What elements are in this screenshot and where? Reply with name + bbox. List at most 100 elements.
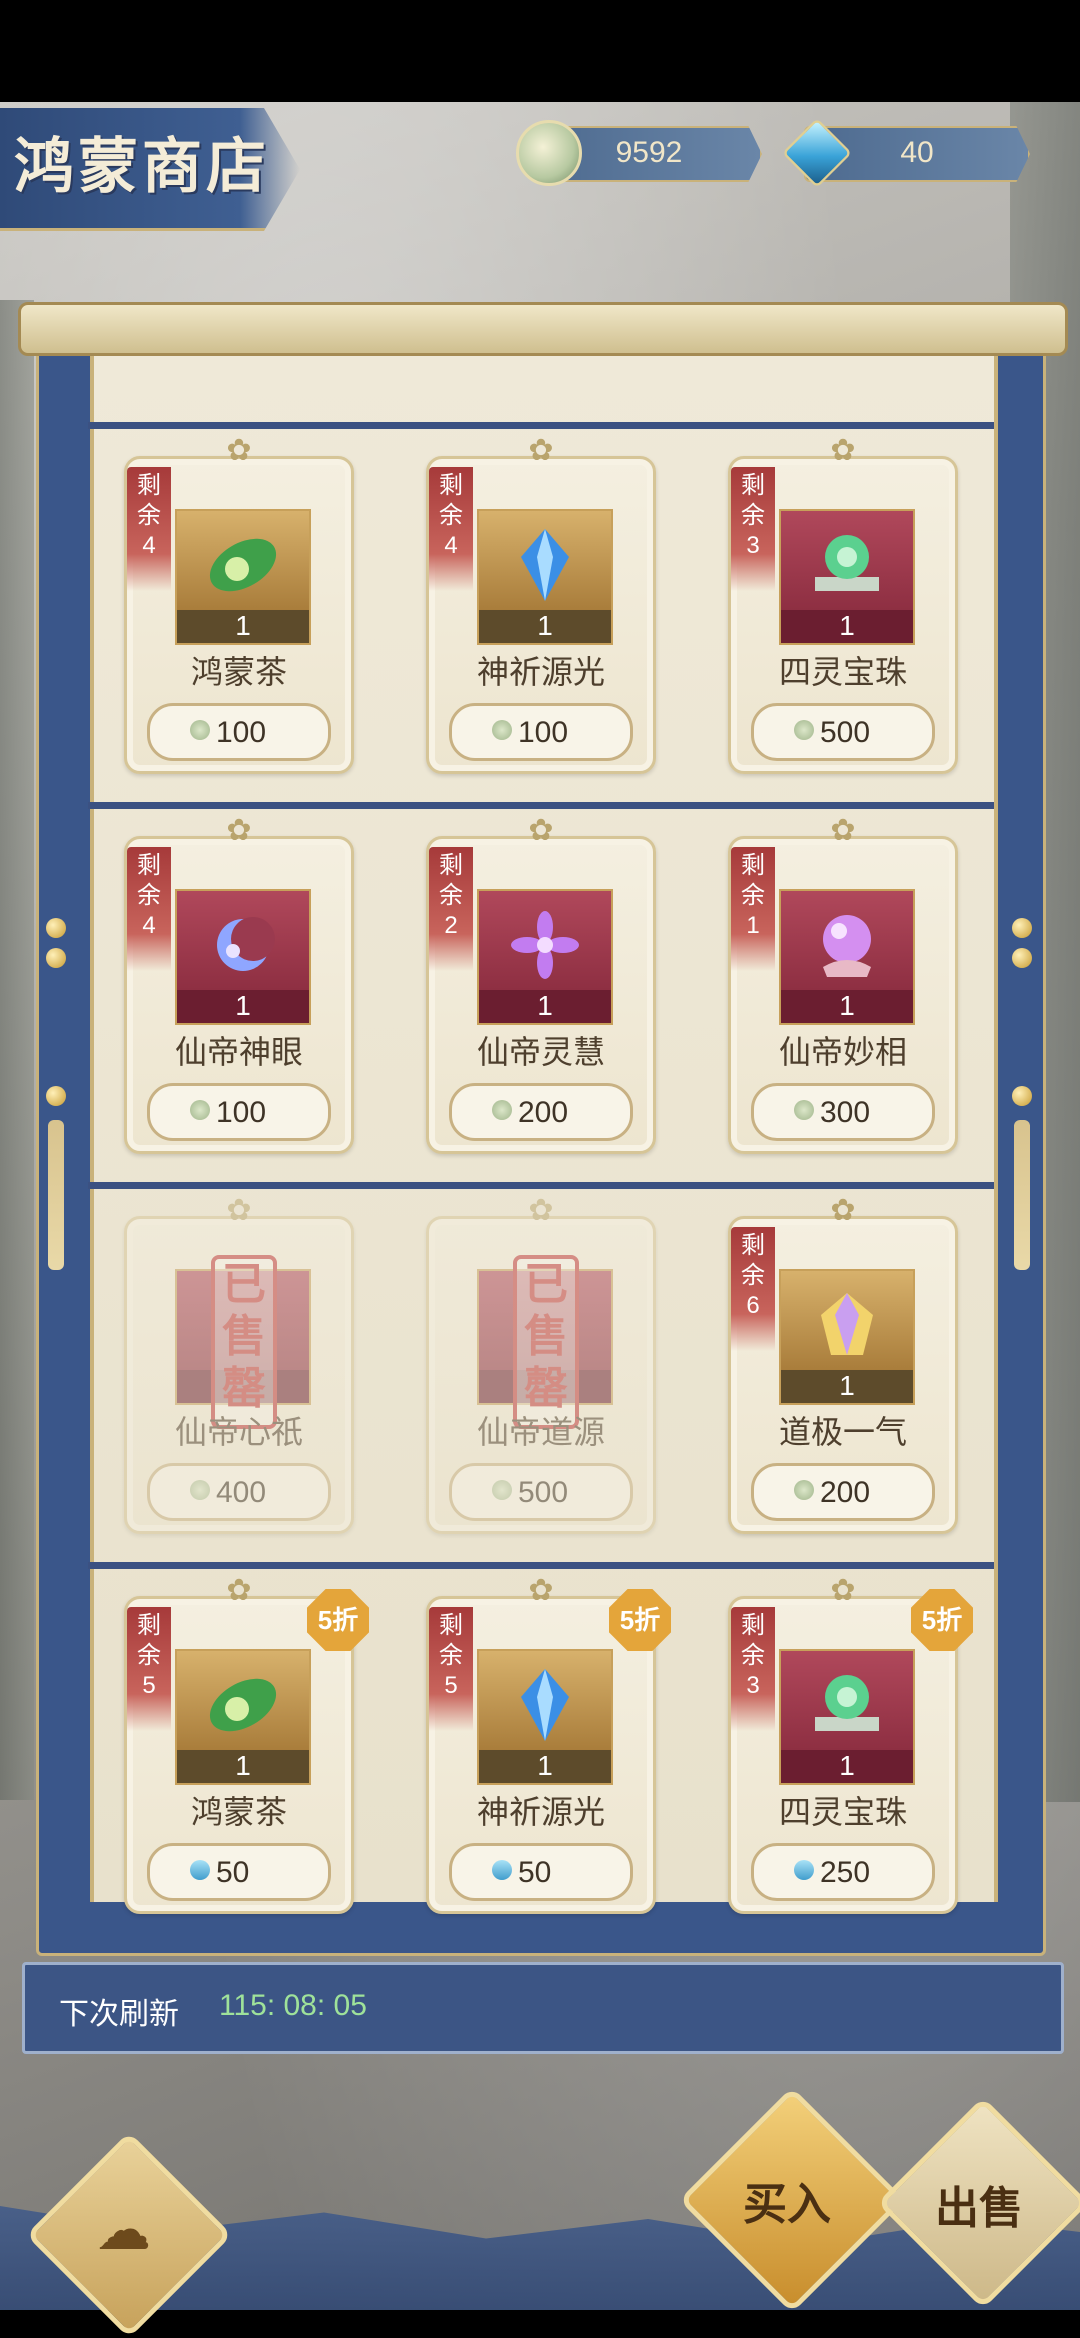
shelf-divider (88, 802, 994, 809)
gem-stone-icon (821, 1293, 873, 1355)
price-button[interactable]: 250 (751, 1843, 935, 1901)
knot-ornament-icon: ✿ (830, 1194, 856, 1227)
crystal-icon (521, 1669, 569, 1741)
item-quantity: 1 (235, 610, 251, 641)
remaining-label: 剩余 (439, 1612, 463, 1669)
item-price: 400 (216, 1476, 267, 1509)
shop-item-card[interactable]: ✿ 剩余 2 1 仙帝灵慧 200 (426, 814, 656, 1154)
orb-icon (823, 915, 871, 977)
item-quantity: 1 (839, 610, 855, 641)
bead-ornament (1012, 948, 1032, 968)
cloud-swirl-icon: ☁ (98, 2200, 150, 2261)
price-button[interactable]: 100 (147, 703, 331, 761)
knot-ornament-icon: ✿ (226, 1194, 252, 1227)
bead-ornament (46, 1086, 66, 1106)
knot-ornament-icon: ✿ (528, 434, 554, 467)
remaining-label: 剩余 (137, 472, 161, 529)
knot-ornament-icon: ✿ (830, 814, 856, 847)
shop-item-card-sold-out: ✿ 已售罄 仙帝道源 500 (426, 1194, 656, 1534)
shop-item-card[interactable]: ✿ 5折 剩余 5 1 鸿蒙茶 50 (124, 1574, 369, 1914)
status-bar (0, 0, 1080, 102)
item-price: 100 (216, 1096, 267, 1129)
remaining-label: 剩余 (137, 852, 161, 909)
gem-icon (487, 1855, 517, 1885)
remaining-count: 3 (746, 532, 760, 559)
item-price: 500 (820, 716, 871, 749)
shop-item-card[interactable]: ✿ 剩余 4 1 仙帝神眼 100 (124, 814, 354, 1154)
pearl-icon (815, 535, 879, 591)
jade-coin-icon (794, 1100, 814, 1120)
item-price: 50 (216, 1856, 250, 1889)
jade-coin-icon (190, 1100, 210, 1120)
tea-leaf-icon (209, 538, 277, 592)
price-button[interactable]: 300 (751, 1083, 935, 1141)
crescent-eye-icon (217, 917, 275, 971)
tassel-right (1014, 1120, 1030, 1270)
item-icon-frame: 1 (175, 889, 311, 1025)
item-name: 四灵宝珠 (778, 653, 907, 691)
remaining-count: 4 (142, 912, 156, 939)
remaining-count: 5 (444, 1672, 458, 1699)
shop-item-card[interactable]: ✿ 5折 剩余 5 1 神祈源光 50 (426, 1574, 671, 1914)
remaining-stock-tag: 剩余 5 (127, 1607, 171, 1731)
remaining-label: 剩余 (741, 1612, 765, 1669)
crystal-icon (521, 529, 569, 601)
bead-ornament (46, 948, 66, 968)
price-button: 500 (449, 1463, 633, 1521)
price-button[interactable]: 50 (147, 1843, 331, 1901)
item-quantity: 1 (839, 990, 855, 1021)
remaining-label: 剩余 (741, 472, 765, 529)
jade-coin-icon (190, 720, 210, 740)
wall-decoration-left (0, 300, 34, 1800)
item-quantity: 1 (537, 610, 553, 641)
item-icon-frame: 1 (175, 1649, 311, 1785)
scroll-rod (18, 302, 1068, 356)
shop-item-card[interactable]: ✿ 剩余 3 1 四灵宝珠 500 (728, 434, 958, 774)
price-button[interactable]: 200 (751, 1463, 935, 1521)
shop-item-card[interactable]: ✿ 剩余 4 1 鸿蒙茶 100 (124, 434, 354, 774)
item-price: 200 (518, 1096, 569, 1129)
remaining-count: 3 (746, 1672, 760, 1699)
price-button: 400 (147, 1463, 331, 1521)
remaining-count: 2 (444, 912, 458, 939)
refresh-countdown: 115: 08: 05 (219, 1989, 367, 2022)
item-name: 仙帝妙相 (778, 1033, 907, 1071)
shop-item-card[interactable]: ✿ 剩余 1 1 仙帝妙相 300 (728, 814, 958, 1154)
item-quantity: 1 (839, 1370, 855, 1401)
shop-item-card-sold-out: ✿ 已售罄 仙帝心祇 400 (124, 1194, 354, 1534)
price-button[interactable]: 200 (449, 1083, 633, 1141)
remaining-stock-tag: 剩余 2 (429, 847, 473, 971)
bead-ornament (1012, 918, 1032, 938)
price-button[interactable]: 100 (147, 1083, 331, 1141)
jade-coin-icon (492, 1100, 512, 1120)
jade-coin-icon (794, 720, 814, 740)
knot-ornament-icon: ✿ (830, 434, 856, 467)
remaining-stock-tag: 剩余 5 (429, 1607, 473, 1731)
shop-item-card[interactable]: ✿ 剩余 6 1 道极一气 200 (728, 1194, 958, 1534)
remaining-label: 剩余 (137, 1612, 161, 1669)
remaining-label: 剩余 (439, 852, 463, 909)
tea-leaf-icon (209, 1678, 277, 1732)
price-button[interactable]: 100 (449, 703, 633, 761)
item-quantity: 1 (839, 1750, 855, 1781)
jade-coin-icon (492, 1480, 512, 1500)
buy-button-label: 买入 (743, 2179, 831, 2230)
price-button[interactable]: 500 (751, 703, 935, 761)
item-name: 道极一气 (778, 1413, 907, 1451)
knot-ornament-icon: ✿ (226, 1574, 252, 1607)
item-icon-frame: 1 (477, 509, 613, 645)
item-name: 仙帝灵慧 (476, 1033, 605, 1071)
discount-badge: 5折 (307, 1589, 369, 1651)
shop-item-card[interactable]: ✿ 剩余 4 1 神祈源光 100 (426, 434, 656, 774)
gem-icon (185, 1855, 215, 1885)
shop-item-card[interactable]: ✿ 5折 剩余 3 1 四灵宝珠 250 (728, 1574, 973, 1914)
remaining-stock-tag: 剩余 3 (731, 1607, 775, 1731)
item-icon-frame: 1 (477, 1649, 613, 1785)
price-button[interactable]: 50 (449, 1843, 633, 1901)
discount-badge: 5折 (911, 1589, 973, 1651)
item-price: 300 (820, 1096, 871, 1129)
knot-ornament-icon: ✿ (528, 1194, 554, 1227)
refresh-timer-bar: 下次刷新 115: 08: 05 (22, 1962, 1064, 2054)
knot-ornament-icon: ✿ (226, 434, 252, 467)
item-icon-frame: 1 (477, 889, 613, 1025)
